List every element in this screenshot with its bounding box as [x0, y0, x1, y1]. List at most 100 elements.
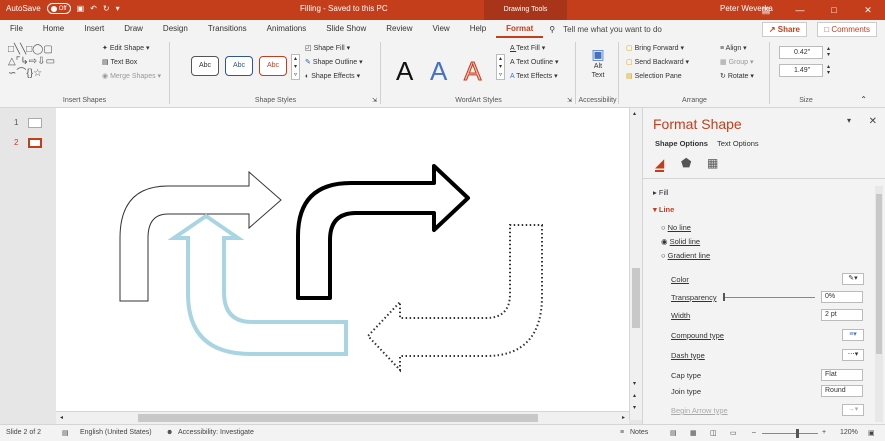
spelling-icon[interactable]: ▤	[62, 429, 69, 437]
shape-oval-icon[interactable]: ◯	[32, 44, 43, 55]
tab-file[interactable]: File	[0, 20, 33, 38]
scroll-left-icon[interactable]: ◂	[60, 414, 63, 421]
edit-shape-button[interactable]: ✦ Edit Shape ▾	[102, 44, 150, 52]
minimize-icon[interactable]: —	[783, 0, 817, 20]
begin-arrow-dropdown[interactable]: →▾	[842, 404, 864, 416]
wordart-style-3[interactable]: A	[463, 56, 481, 87]
zoom-in-icon[interactable]: +	[822, 429, 826, 436]
rotate-button[interactable]: ↻ Rotate ▾	[720, 72, 754, 80]
shape-arc-icon[interactable]: ⌒	[16, 68, 26, 79]
width-input[interactable]: 1.49"	[779, 64, 823, 77]
solid-line-option[interactable]: ◉ Solid line	[661, 237, 700, 246]
height-spin-icon[interactable]: ▴ ▾	[827, 46, 830, 58]
shapes-gallery[interactable]: □╲╲□◯▢ △⌜↳⇨⇩▭ ∽⌒{}☆	[8, 44, 98, 84]
redo-icon[interactable]: ↻	[103, 4, 110, 13]
selection-pane-button[interactable]: ▤ Selection Pane	[626, 72, 682, 80]
tab-shape-options[interactable]: Shape Options	[655, 139, 708, 148]
wordart-style-2[interactable]: A	[430, 56, 447, 87]
tab-draw[interactable]: Draw	[114, 20, 153, 38]
zoom-slider-handle[interactable]	[796, 429, 799, 438]
tab-help[interactable]: Help	[460, 20, 496, 38]
tab-design[interactable]: Design	[153, 20, 198, 38]
horizontal-scrollbar[interactable]: ◂ ▸	[56, 411, 629, 424]
normal-view-icon[interactable]: ▤	[670, 429, 677, 437]
shape-flowchart-icon[interactable]: ▭	[46, 56, 55, 67]
scroll-up-icon[interactable]: ▴	[633, 110, 636, 117]
language-indicator[interactable]: English (United States)	[80, 429, 152, 436]
no-line-option[interactable]: ○ No line	[661, 223, 691, 232]
shape-rounded-icon[interactable]: ▢	[43, 44, 52, 55]
tab-home[interactable]: Home	[33, 20, 74, 38]
h-scroll-thumb[interactable]	[138, 414, 538, 422]
shape-style-1[interactable]: Abc	[191, 56, 219, 76]
scroll-thumb[interactable]	[632, 268, 640, 328]
wordart-style-1[interactable]: A	[396, 56, 413, 87]
transparency-slider-handle[interactable]	[723, 293, 725, 301]
reading-view-icon[interactable]: ◫	[710, 429, 717, 437]
previous-slide-icon[interactable]: ▴	[633, 392, 636, 399]
dash-type-dropdown[interactable]: ⋯▾	[842, 349, 864, 361]
shape-star-icon[interactable]: ☆	[33, 68, 42, 79]
close-window-icon[interactable]: ✕	[851, 0, 885, 20]
pane-scrollbar[interactable]	[875, 186, 883, 422]
bold-bent-arrow[interactable]	[296, 164, 470, 300]
slideshow-icon[interactable]: ▭	[730, 429, 737, 437]
vertical-scrollbar[interactable]: ▴ ▾ ▴ ▾	[629, 108, 642, 420]
light-blue-bent-arrow[interactable]	[167, 213, 348, 356]
width-spin-icon[interactable]: ▴ ▾	[827, 64, 830, 76]
notes-button[interactable]: Notes	[630, 429, 648, 436]
next-slide-icon[interactable]: ▾	[633, 404, 636, 411]
slide[interactable]	[56, 108, 629, 411]
text-effects-button[interactable]: A Text Effects ▾	[510, 72, 558, 80]
tell-me-input[interactable]: Tell me what you want to do	[563, 25, 662, 34]
slide-sorter-icon[interactable]: ▦	[690, 429, 697, 437]
shape-down-arrow-icon[interactable]: ⇩	[37, 56, 45, 67]
dialog-launcher-icon[interactable]: ⇲	[372, 97, 377, 104]
dotted-bent-arrow[interactable]	[366, 224, 543, 373]
compound-type-dropdown[interactable]: ≡▾	[842, 329, 864, 341]
share-button[interactable]: ↗ Share	[761, 22, 807, 37]
merge-shapes-button[interactable]: ◉ Merge Shapes ▾	[102, 72, 161, 80]
fill-section-header[interactable]: ▸ Fill	[653, 188, 668, 197]
scroll-right-icon[interactable]: ▸	[622, 414, 625, 421]
tab-animations[interactable]: Animations	[257, 20, 317, 38]
zoom-out-icon[interactable]: –	[752, 429, 756, 436]
text-box-button[interactable]: ▤ Text Box	[102, 58, 137, 66]
tab-transitions[interactable]: Transitions	[198, 20, 257, 38]
pane-options-icon[interactable]: ▾	[847, 116, 851, 125]
alt-text-button[interactable]: ▣ Alt Text	[583, 46, 613, 80]
slide-thumbnail-2[interactable]	[28, 138, 42, 148]
wordart-dialog-launcher-icon[interactable]: ⇲	[567, 97, 572, 104]
effects-icon[interactable]: ⬟	[681, 156, 691, 170]
undo-icon[interactable]: ↶	[90, 4, 97, 13]
transparency-input[interactable]: 0%	[821, 291, 863, 303]
group-button[interactable]: ▦ Group ▾	[720, 58, 754, 66]
bring-forward-button[interactable]: ▢ Bring Forward ▾	[626, 44, 684, 52]
cap-type-dropdown[interactable]: Flat	[821, 369, 863, 381]
shape-fill-button[interactable]: ◰ Shape Fill ▾	[305, 44, 350, 52]
align-button[interactable]: ≡ Align ▾	[720, 44, 747, 52]
tab-slide-show[interactable]: Slide Show	[316, 20, 376, 38]
ribbon-display-icon[interactable]: ▤	[749, 0, 783, 20]
tab-insert[interactable]: Insert	[74, 20, 114, 38]
text-fill-button[interactable]: A Text Fill ▾	[510, 44, 545, 52]
tab-view[interactable]: View	[423, 20, 460, 38]
height-input[interactable]: 0.42"	[779, 46, 823, 59]
shape-effects-button[interactable]: ◐ Shape Effects ▾	[305, 72, 360, 80]
gradient-line-option[interactable]: ○ Gradient line	[661, 251, 710, 260]
thin-bent-arrow[interactable]	[119, 170, 282, 302]
collapse-ribbon-icon[interactable]: ⌃	[860, 95, 867, 104]
transparency-slider[interactable]	[723, 297, 815, 298]
tab-review[interactable]: Review	[376, 20, 422, 38]
comments-button[interactable]: □ Comments	[817, 22, 877, 37]
shape-styles-more-icon[interactable]: ▴ ▾ ▿	[291, 54, 300, 80]
shape-style-3[interactable]: Abc	[259, 56, 287, 76]
shape-triangle-icon[interactable]: △	[8, 56, 16, 67]
line-width-input[interactable]: 2 pt	[821, 309, 863, 321]
shape-right-arrow-icon[interactable]: ⇨	[29, 56, 37, 67]
size-properties-icon[interactable]: ▦	[707, 156, 718, 170]
fit-slide-icon[interactable]: ▣	[868, 429, 875, 437]
scroll-down-icon[interactable]: ▾	[633, 380, 636, 387]
shape-style-2[interactable]: Abc	[225, 56, 253, 76]
save-icon[interactable]: ▣	[77, 4, 85, 13]
